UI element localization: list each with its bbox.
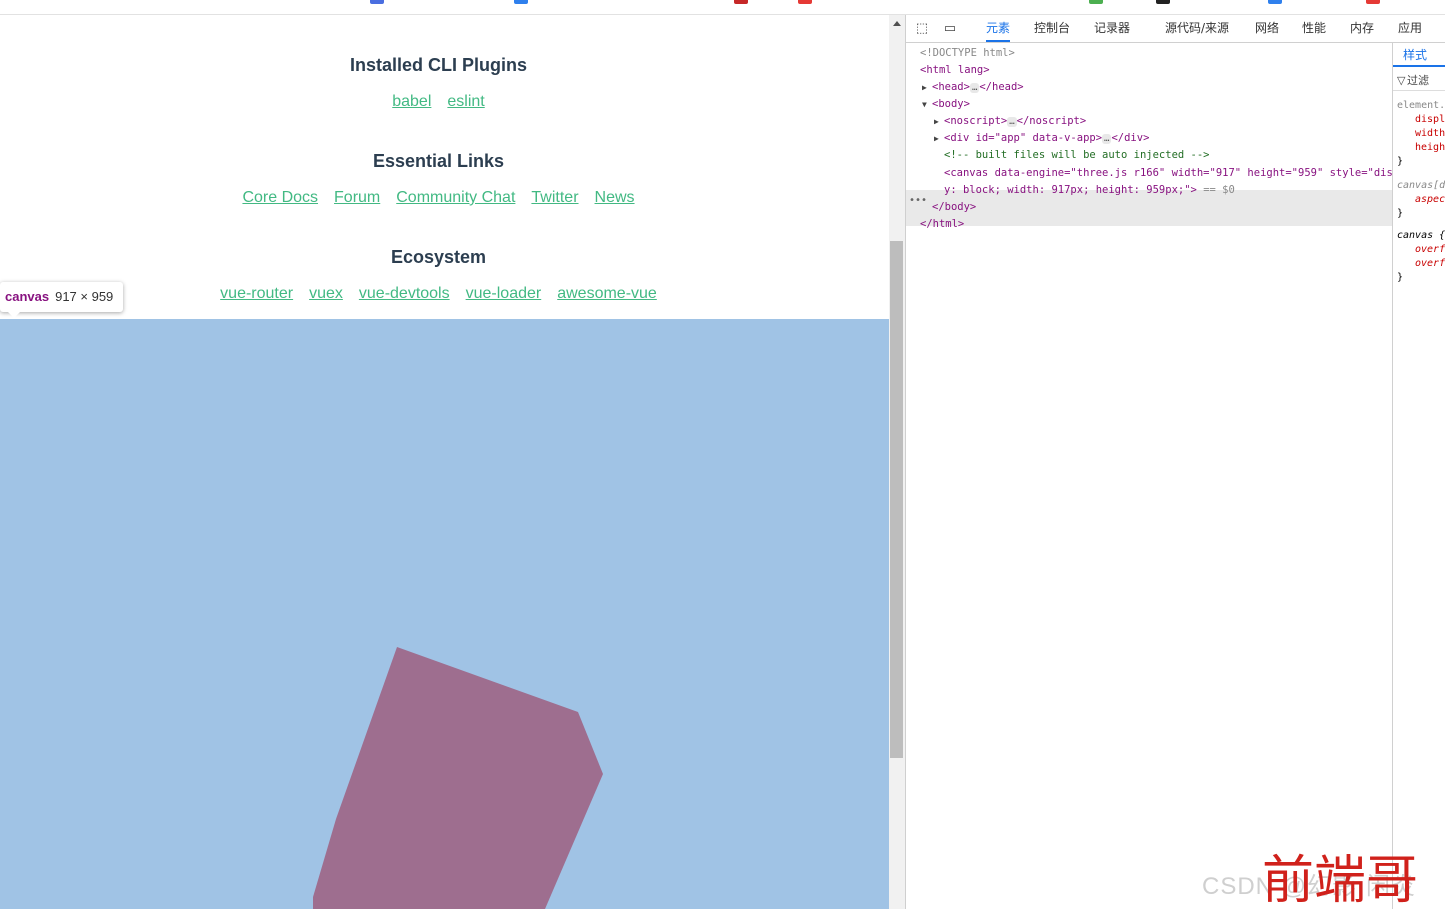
node-actions-icon[interactable]: ••• xyxy=(909,195,927,206)
style-prop[interactable]: displ xyxy=(1415,113,1445,127)
tab-styles[interactable]: 样式 xyxy=(1393,43,1445,67)
dom-comment[interactable]: <!-- built files will be auto injected -… xyxy=(944,147,1210,164)
plugins-links: babel eslint xyxy=(0,93,877,111)
devtools-toolbar: ⬚ ▭ 元素 控制台 记录器 源代码/来源 网络 性能 内存 应用 xyxy=(906,15,1445,43)
styles-filter[interactable]: ▽ 过滤 xyxy=(1393,71,1445,91)
link-eslint[interactable]: eslint xyxy=(447,93,484,110)
style-prop[interactable]: overf xyxy=(1415,243,1445,257)
dom-div-app[interactable]: ▶ <div id="app" data-v-app>… </div> xyxy=(934,130,1149,147)
link-babel[interactable]: babel xyxy=(392,93,431,110)
link-news[interactable]: News xyxy=(595,189,635,206)
ecosystem-links: vue-router vuex vue-devtools vue-loader awes… xyxy=(0,285,877,303)
style-rule-selector: canvas[d xyxy=(1397,180,1445,191)
style-prop[interactable]: heigh xyxy=(1415,141,1445,155)
dom-canvas-line-1[interactable]: <canvas data-engine="three.js r166" widt… xyxy=(944,165,1412,182)
brand-stamp: 前端哥 xyxy=(1262,851,1419,911)
style-rule-end: } xyxy=(1397,156,1404,167)
link-vuex[interactable]: vuex xyxy=(309,285,343,302)
filter-icon: ▽ xyxy=(1397,74,1406,87)
tab-network[interactable]: 网络 xyxy=(1255,15,1279,42)
browser-top-strip xyxy=(0,0,1445,15)
link-forum[interactable]: Forum xyxy=(334,189,380,206)
style-rule-selector: canvas { xyxy=(1397,230,1445,241)
expand-triangle-icon[interactable]: ▶ xyxy=(922,79,932,96)
rotating-cube xyxy=(313,647,603,909)
inspect-tooltip: canvas 917 × 959 xyxy=(0,282,124,318)
dom-head[interactable]: ▶ <head>… </head> xyxy=(922,79,1024,96)
inspect-element-icon[interactable]: ⬚ xyxy=(914,20,930,36)
link-vue-devtools[interactable]: vue-devtools xyxy=(359,285,450,302)
style-prop[interactable]: overf xyxy=(1415,257,1445,271)
link-community-chat[interactable]: Community Chat xyxy=(396,189,515,206)
device-toggle-icon[interactable]: ▭ xyxy=(942,20,958,36)
scrollbar-thumb[interactable] xyxy=(890,241,903,758)
tab-performance[interactable]: 性能 xyxy=(1302,15,1326,42)
page-scrollbar[interactable] xyxy=(889,15,905,909)
dom-canvas-line-2[interactable]: y: block; width: 917px; height: 959px;">… xyxy=(944,182,1235,199)
filter-label: 过滤 xyxy=(1407,74,1429,87)
devtools-panel: ⬚ ▭ 元素 控制台 记录器 源代码/来源 网络 性能 内存 应用 ••• <!… xyxy=(905,15,1445,909)
ellipsis-icon[interactable]: … xyxy=(1007,117,1017,127)
dom-html[interactable]: <html lang> xyxy=(920,62,990,79)
dom-html-close[interactable]: </html> xyxy=(920,216,964,233)
link-vue-router[interactable]: vue-router xyxy=(220,285,293,302)
vue-app-page: Installed CLI Plugins babel eslint Essent… xyxy=(0,15,889,909)
tab-recorder[interactable]: 记录器 xyxy=(1094,15,1130,42)
style-prop[interactable]: aspec xyxy=(1415,193,1445,207)
section-title-ecosystem: Ecosystem xyxy=(390,247,487,267)
styles-pane: 样式 ▽ 过滤 element. displ width heigh } canv… xyxy=(1392,43,1445,909)
threejs-canvas[interactable] xyxy=(0,319,889,909)
scroll-up-arrow-icon[interactable] xyxy=(893,21,901,26)
section-title-essential-links: Essential Links xyxy=(372,151,505,171)
tab-application[interactable]: 应用 xyxy=(1398,15,1422,42)
dom-noscript[interactable]: ▶ <noscript>… </noscript> xyxy=(934,113,1086,130)
dom-body[interactable]: ▼ <body> xyxy=(922,96,970,113)
tab-memory[interactable]: 内存 xyxy=(1350,15,1374,42)
expand-triangle-icon[interactable]: ▶ xyxy=(934,130,944,147)
link-twitter[interactable]: Twitter xyxy=(531,189,578,206)
link-vue-loader[interactable]: vue-loader xyxy=(466,285,542,302)
tooltip-dimensions: 917 × 959 xyxy=(55,289,114,304)
link-core-docs[interactable]: Core Docs xyxy=(242,189,318,206)
tab-console[interactable]: 控制台 xyxy=(1034,15,1070,42)
link-awesome-vue[interactable]: awesome-vue xyxy=(557,285,657,302)
collapse-triangle-icon[interactable]: ▼ xyxy=(922,96,932,113)
style-rule-selector: element. xyxy=(1397,100,1445,111)
dom-body-close[interactable]: </body> xyxy=(932,199,976,216)
tooltip-tag: canvas xyxy=(5,289,50,304)
tab-elements[interactable]: 元素 xyxy=(986,15,1011,42)
style-prop[interactable]: width xyxy=(1415,127,1445,141)
elements-tree: ••• <!DOCTYPE html> <html lang> ▶ <head>…… xyxy=(906,43,1412,909)
ellipsis-icon[interactable]: … xyxy=(969,83,980,93)
section-title-plugins: Installed CLI Plugins xyxy=(349,55,528,75)
tab-sources[interactable]: 源代码/来源 xyxy=(1165,15,1229,42)
dom-doctype[interactable]: <!DOCTYPE html> xyxy=(920,45,1015,62)
style-rule-end: } xyxy=(1397,208,1404,219)
essential-links: Core Docs Forum Community Chat Twitter News xyxy=(0,189,877,207)
expand-triangle-icon[interactable]: ▶ xyxy=(934,113,944,130)
style-rule-end: } xyxy=(1397,272,1404,283)
